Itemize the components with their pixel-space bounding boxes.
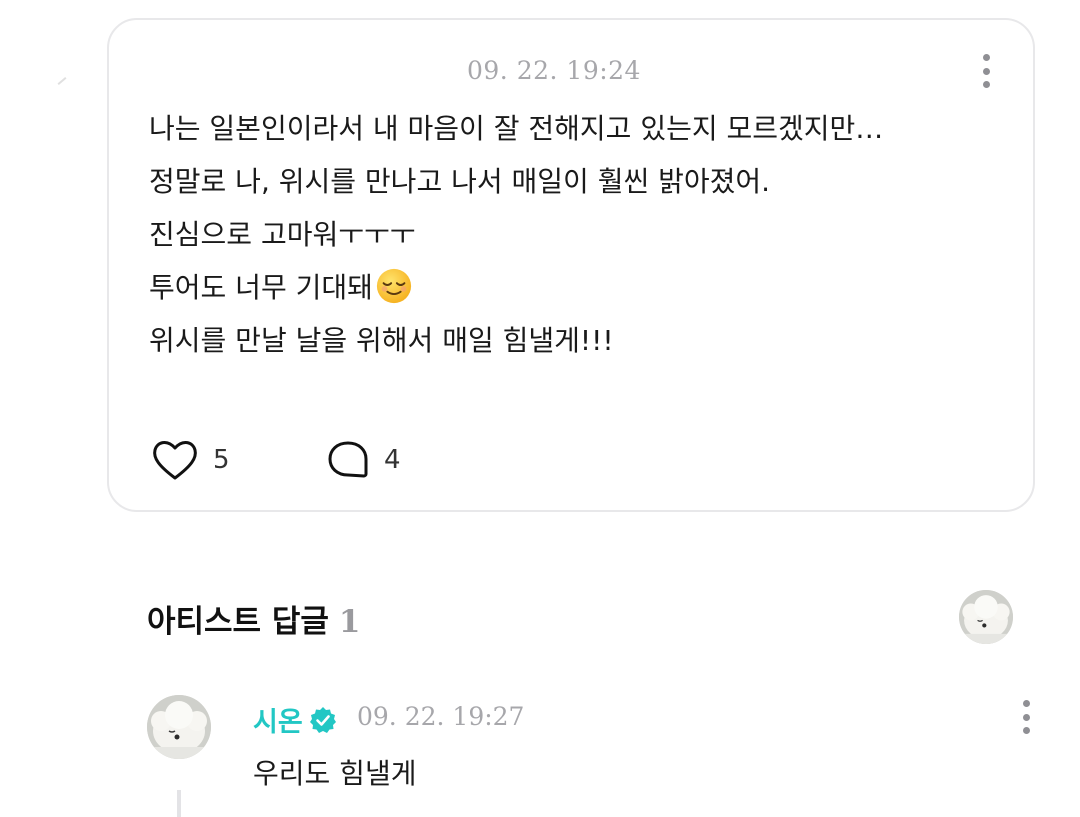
- dog-avatar-icon: [147, 695, 211, 759]
- post-line: 정말로 나, 위시를 만나고 나서 매일이 훨씬 밝아졌어.: [149, 165, 771, 198]
- comment-button[interactable]: 4: [326, 439, 401, 481]
- like-button[interactable]: 5: [151, 438, 326, 482]
- post-line: 투어도 너무 기대돼: [149, 261, 989, 314]
- reply-more-options-icon[interactable]: [1021, 700, 1031, 734]
- comment-count: 4: [384, 445, 401, 475]
- relieved-face-emoji-icon: [376, 268, 411, 304]
- post-line: 위시를 만날 날을 위해서 매일 힘낼게!!!: [149, 324, 614, 357]
- heart-icon: [153, 441, 197, 480]
- post-line: 나는 일본인이라서 내 마음이 잘 전해지고 있는지 모르겠지만…: [149, 112, 884, 145]
- artist-replies-title: 아티스트 답글: [147, 604, 329, 640]
- reply-timestamp: 09. 22. 19:27: [357, 702, 525, 731]
- verified-badge-icon: [309, 706, 336, 733]
- reply-text: 우리도 힘낼게: [253, 757, 417, 790]
- post-timestamp: 09. 22. 19:24: [467, 56, 641, 85]
- dog-avatar-icon: [959, 590, 1013, 644]
- like-count: 5: [213, 445, 230, 475]
- artist-replies-heading: 아티스트 답글 1: [147, 596, 361, 641]
- post-line: 진심으로 고마워ㅜㅜㅜ: [149, 218, 416, 251]
- comment-bubble-icon: [328, 441, 368, 478]
- edge-decoration: [57, 77, 67, 85]
- post-body: 나는 일본인이라서 내 마음이 잘 전해지고 있는지 모르겠지만… 정말로 나,…: [149, 102, 989, 367]
- page: 09. 22. 19:24 나는 일본인이라서 내 마음이 잘 전해지고 있는지…: [0, 0, 1080, 817]
- artist-replies-count: 1: [338, 604, 361, 640]
- fan-post-card: 09. 22. 19:24 나는 일본인이라서 내 마음이 잘 전해지고 있는지…: [107, 18, 1035, 512]
- reply-author-avatar[interactable]: [147, 695, 211, 759]
- artist-avatar[interactable]: [959, 590, 1013, 644]
- reply-author-name: 시온: [253, 707, 303, 738]
- post-actions: 5 4: [151, 438, 401, 482]
- reply-author[interactable]: 시온: [253, 700, 337, 739]
- post-more-options-icon[interactable]: [981, 54, 991, 88]
- reply-thread-line: [177, 790, 181, 817]
